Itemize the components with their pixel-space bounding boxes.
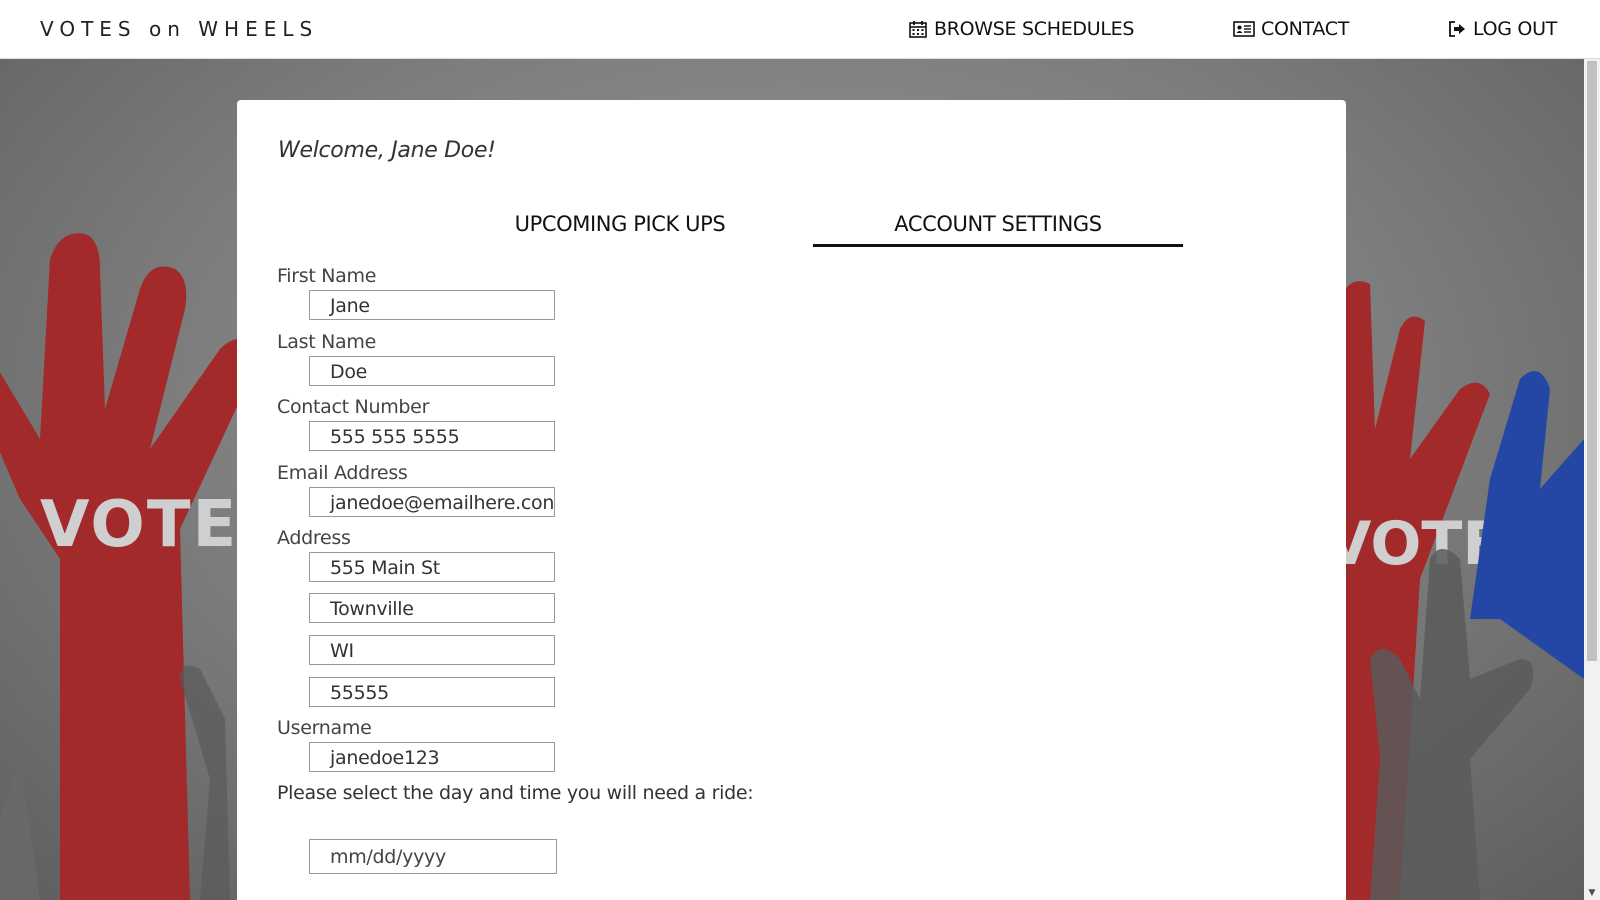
email-address-field[interactable]: janedoe@emailhere.con [309, 487, 555, 517]
email-address-label: Email Address [277, 462, 408, 484]
page-scrollbar[interactable]: ▼ [1584, 59, 1600, 900]
contact-card-icon [1233, 21, 1255, 37]
contact-number-field[interactable]: 555 555 5555 [309, 421, 555, 451]
nav-browse-schedules[interactable]: BROWSE SCHEDULES [908, 18, 1134, 40]
username-field[interactable]: janedoe123 [309, 742, 555, 772]
ride-date-prompt: Please select the day and time you will … [277, 782, 754, 804]
logout-icon [1449, 21, 1465, 37]
poster-vote-text-left: VOTE [40, 488, 238, 562]
nav-contact[interactable]: CONTACT [1233, 18, 1349, 40]
scrollbar-thumb[interactable] [1587, 61, 1597, 661]
city-field[interactable]: Townville [309, 593, 555, 623]
state-field[interactable]: WI [309, 635, 555, 665]
poster-vote-text-right: VOTE [1325, 509, 1503, 579]
top-navbar: VOTES on WHEELS BROWSE SCHEDULES CONTACT… [0, 0, 1600, 59]
account-card: Welcome, Jane Doe! UPCOMING PICK UPS ACC… [237, 100, 1346, 900]
tab-account-settings[interactable]: ACCOUNT SETTINGS [813, 212, 1183, 247]
nav-logout[interactable]: LOG OUT [1447, 18, 1557, 40]
grey-hand-back [0, 759, 40, 900]
ride-date-input[interactable]: mm/dd/yyyy [309, 839, 557, 874]
username-label: Username [277, 717, 372, 739]
scroll-down-arrow-icon[interactable]: ▼ [1587, 888, 1597, 898]
street-field[interactable]: 555 Main St [309, 552, 555, 582]
calendar-icon [909, 21, 927, 38]
brand-logo[interactable]: VOTES on WHEELS [40, 17, 318, 41]
last-name-label: Last Name [277, 331, 376, 353]
nav-browse-label: BROWSE SCHEDULES [934, 18, 1135, 40]
tab-upcoming-pick-ups[interactable]: UPCOMING PICK UPS [470, 212, 770, 236]
nav-logout-label: LOG OUT [1473, 18, 1557, 40]
nav-contact-label: CONTACT [1261, 18, 1350, 40]
contact-number-label: Contact Number [277, 396, 430, 418]
zip-field[interactable]: 55555 [309, 677, 555, 707]
first-name-label: First Name [277, 265, 377, 287]
first-name-field[interactable]: Jane [309, 290, 555, 320]
address-label: Address [277, 527, 351, 549]
welcome-message: Welcome, Jane Doe! [278, 138, 496, 163]
blue-hand [1470, 371, 1584, 679]
last-name-field[interactable]: Doe [309, 356, 555, 386]
